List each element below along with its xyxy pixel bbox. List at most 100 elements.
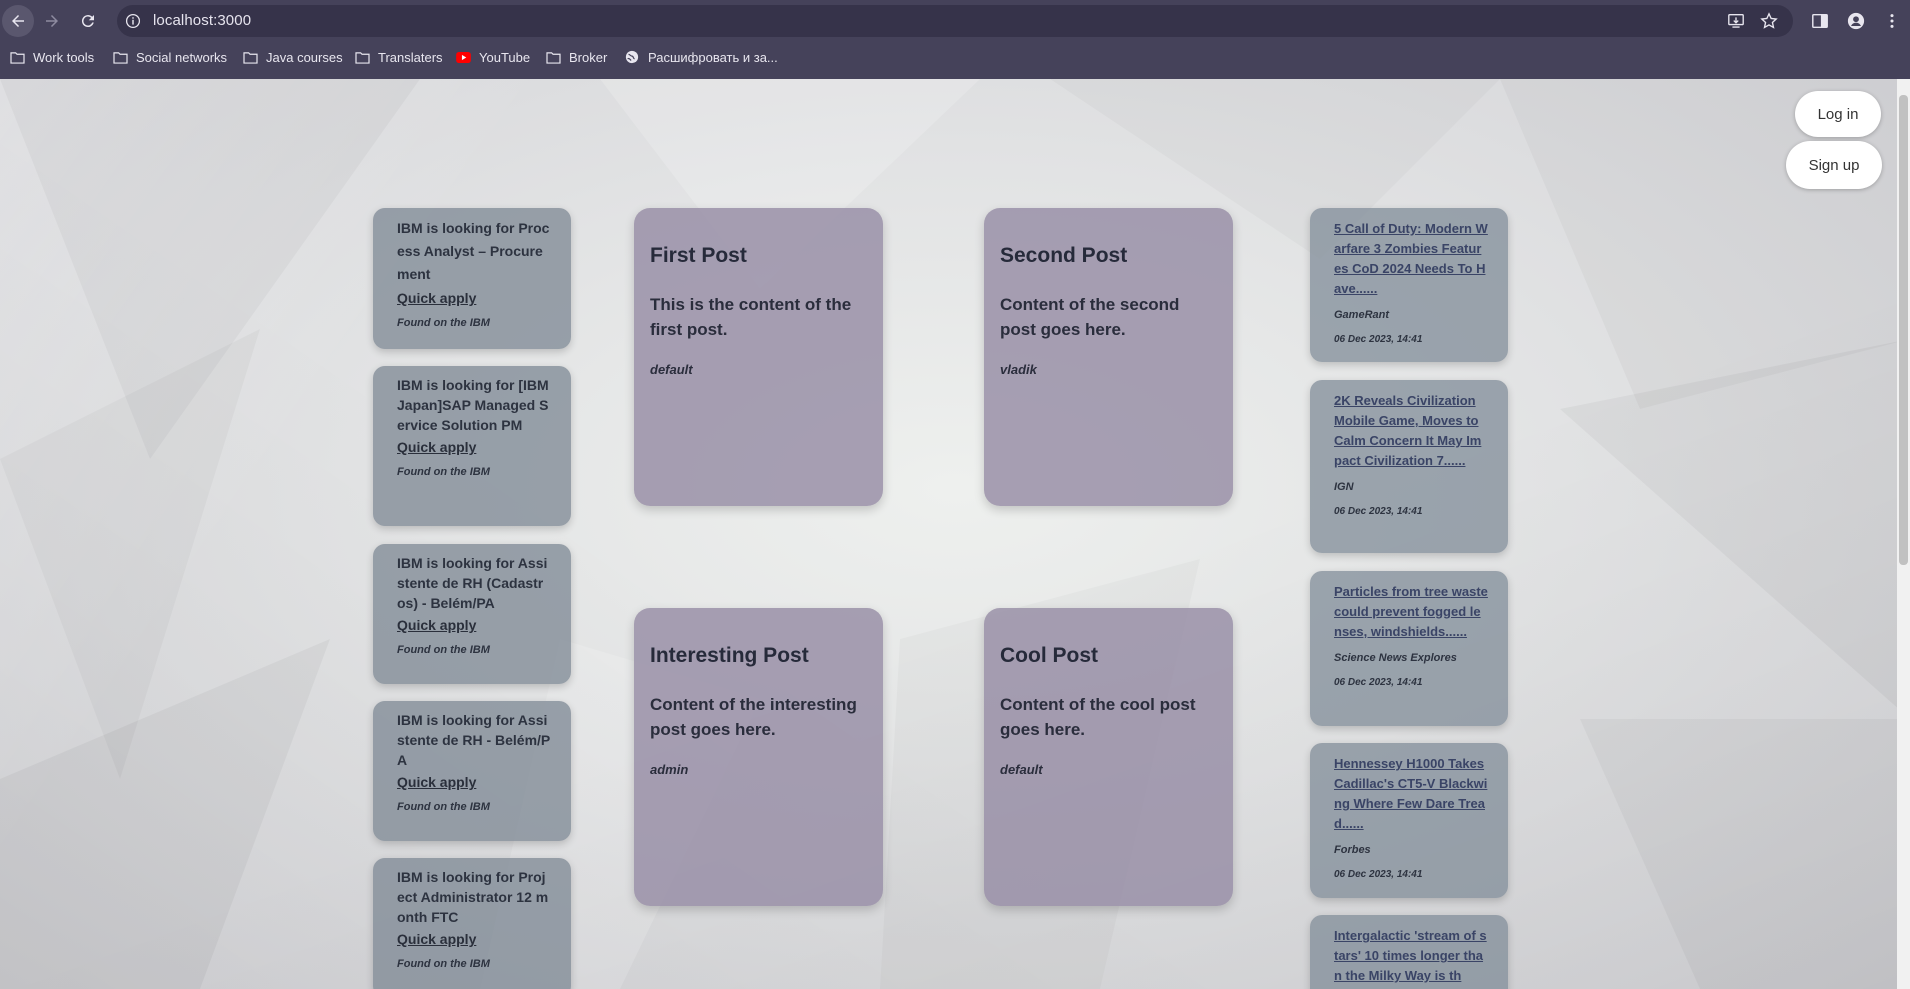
- site-info-icon[interactable]: [123, 11, 143, 31]
- back-button[interactable]: [2, 5, 34, 37]
- news-source: Forbes: [1334, 844, 1371, 856]
- post-content: Content of the interesting post goes her…: [650, 695, 857, 739]
- folder-icon: [9, 50, 25, 64]
- job-card: IBM is looking for [IBM Japan]SAP Manage…: [373, 366, 571, 526]
- job-title: IBM is looking for [IBM Japan]SAP Manage…: [397, 377, 549, 433]
- folder-icon: [242, 50, 258, 64]
- post-author: admin: [650, 762, 689, 777]
- post-content: Content of the second post goes here.: [1000, 295, 1180, 339]
- bookmarks-bar: Work tools Social networks Java courses …: [0, 45, 1910, 69]
- bookmark-translaters[interactable]: Translaters: [354, 45, 443, 69]
- news-title-link[interactable]: Intergalactic 'stream of stars' 10 times…: [1334, 926, 1488, 986]
- post-card[interactable]: Cool Post Content of the cool post goes …: [984, 608, 1233, 906]
- url-text: localhost:3000: [153, 12, 252, 29]
- news-card: Intergalactic 'stream of stars' 10 times…: [1310, 915, 1508, 989]
- news-title-link[interactable]: Hennessey H1000 Takes Cadillac's CT5-V B…: [1334, 754, 1488, 834]
- browser-menu-button[interactable]: [1876, 5, 1908, 37]
- bookmark-java-courses[interactable]: Java courses: [242, 45, 343, 69]
- login-button[interactable]: Log in: [1795, 91, 1881, 137]
- job-card: IBM is looking for Project Administrator…: [373, 858, 571, 989]
- post-author: default: [1000, 762, 1043, 777]
- forward-button[interactable]: [36, 5, 68, 37]
- job-source: Found on the IBM: [397, 801, 490, 813]
- globe-icon: [624, 50, 640, 64]
- post-title: Interesting Post: [650, 644, 809, 667]
- job-title: IBM is looking for Process Analyst – Pro…: [397, 220, 550, 282]
- bookmark-youtube[interactable]: YouTube: [455, 45, 530, 69]
- bookmark-social-networks[interactable]: Social networks: [112, 45, 227, 69]
- bookmark-broker[interactable]: Broker: [545, 45, 607, 69]
- job-title: IBM is looking for Assistente de RH (Cad…: [397, 555, 548, 611]
- news-date: 06 Dec 2023, 14:41: [1334, 869, 1423, 880]
- post-author: default: [650, 362, 693, 377]
- bookmark-star-icon[interactable]: [1760, 12, 1778, 30]
- address-bar[interactable]: localhost:3000: [117, 5, 1793, 37]
- post-card[interactable]: Second Post Content of the second post g…: [984, 208, 1233, 506]
- post-content: Content of the cool post goes here.: [1000, 695, 1196, 739]
- post-author: vladik: [1000, 362, 1037, 377]
- news-source: IGN: [1334, 481, 1354, 493]
- profile-button[interactable]: [1840, 5, 1872, 37]
- news-title-link[interactable]: 5 Call of Duty: Modern Warfare 3 Zombies…: [1334, 219, 1488, 299]
- post-card[interactable]: Interesting Post Content of the interest…: [634, 608, 883, 906]
- news-card: Hennessey H1000 Takes Cadillac's CT5-V B…: [1310, 743, 1508, 898]
- news-date: 06 Dec 2023, 14:41: [1334, 677, 1423, 688]
- folder-icon: [354, 50, 370, 64]
- arrow-left-icon: [12, 15, 24, 27]
- job-source: Found on the IBM: [397, 317, 490, 329]
- news-date: 06 Dec 2023, 14:41: [1334, 334, 1423, 345]
- job-card: IBM is looking for Process Analyst – Pro…: [373, 208, 571, 349]
- kebab-menu-icon: [1890, 14, 1894, 28]
- side-panel-button[interactable]: [1804, 5, 1836, 37]
- quick-apply-link[interactable]: Quick apply: [397, 438, 551, 456]
- news-title-link[interactable]: 2K Reveals Civilization Mobile Game, Mov…: [1334, 391, 1488, 471]
- reload-icon: [81, 15, 94, 28]
- news-card: 2K Reveals Civilization Mobile Game, Mov…: [1310, 380, 1508, 553]
- post-title: First Post: [650, 244, 747, 267]
- news-date: 06 Dec 2023, 14:41: [1334, 506, 1423, 517]
- youtube-icon: [455, 50, 471, 64]
- install-app-icon[interactable]: [1727, 12, 1745, 30]
- bookmark-label: Work tools: [33, 49, 95, 65]
- browser-toolbar: localhost:3000: [0, 0, 1910, 42]
- bookmark-label: Translaters: [378, 49, 443, 65]
- post-title: Second Post: [1000, 244, 1128, 267]
- browser-chrome: localhost:3000 Work tools Social network…: [0, 0, 1910, 79]
- news-title-link[interactable]: Particles from tree waste could prevent …: [1334, 582, 1488, 642]
- reload-button[interactable]: [72, 5, 104, 37]
- job-card: IBM is looking for Assistente de RH - Be…: [373, 701, 571, 841]
- folder-icon: [545, 50, 561, 64]
- quick-apply-link[interactable]: Quick apply: [397, 930, 551, 948]
- side-panel-icon: [1812, 13, 1828, 29]
- bookmark-label: Java courses: [266, 49, 343, 65]
- quick-apply-link[interactable]: Quick apply: [397, 773, 551, 791]
- bookmark-label: YouTube: [479, 49, 531, 65]
- post-content: This is the content of the first post.: [650, 295, 852, 339]
- page-viewport: Log in Sign up IBM is looking for Proces…: [0, 79, 1910, 989]
- profile-avatar-icon: [1847, 12, 1865, 30]
- bookmark-label: Broker: [569, 49, 608, 65]
- quick-apply-link[interactable]: Quick apply: [397, 616, 551, 634]
- page-scrollbar[interactable]: [1897, 79, 1910, 989]
- job-source: Found on the IBM: [397, 466, 490, 478]
- bookmark-label: Расшифровать и за...: [648, 49, 778, 65]
- signup-button[interactable]: Sign up: [1786, 141, 1882, 189]
- job-source: Found on the IBM: [397, 644, 490, 656]
- news-card: 5 Call of Duty: Modern Warfare 3 Zombies…: [1310, 208, 1508, 362]
- job-title: IBM is looking for Project Administrator…: [397, 869, 549, 925]
- bookmark-work-tools[interactable]: Work tools: [9, 45, 94, 69]
- job-title: IBM is looking for Assistente de RH - Be…: [397, 712, 551, 768]
- job-card: IBM is looking for Assistente de RH (Cad…: [373, 544, 571, 684]
- background-texture: [0, 79, 1910, 989]
- folder-icon: [112, 50, 128, 64]
- quick-apply-link[interactable]: Quick apply: [397, 289, 551, 307]
- arrow-right-icon: [46, 15, 58, 27]
- news-card: Particles from tree waste could prevent …: [1310, 571, 1508, 726]
- scrollbar-thumb[interactable]: [1899, 95, 1908, 565]
- post-card[interactable]: First Post This is the content of the fi…: [634, 208, 883, 506]
- post-title: Cool Post: [1000, 644, 1098, 667]
- news-source: GameRant: [1334, 309, 1390, 321]
- job-source: Found on the IBM: [397, 958, 490, 970]
- news-source: Science News Explores: [1334, 652, 1457, 664]
- bookmark-decrypt[interactable]: Расшифровать и за...: [624, 45, 778, 69]
